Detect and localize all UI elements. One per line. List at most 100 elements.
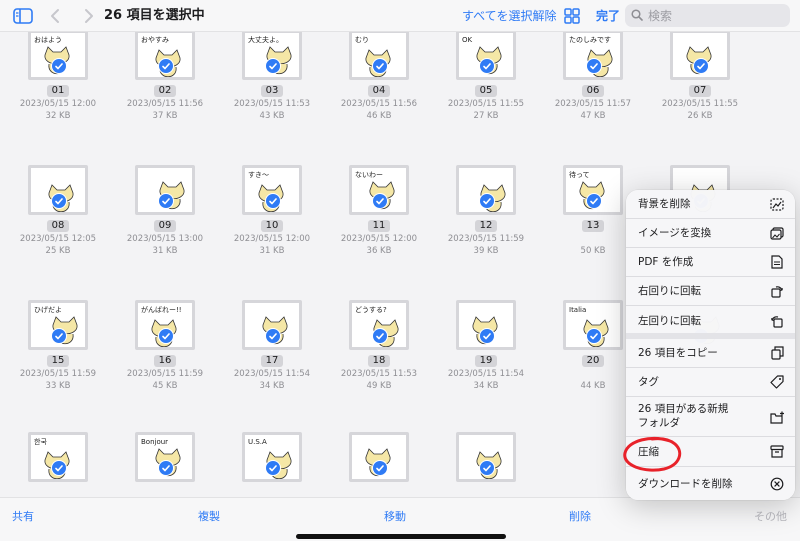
file-thumbnail[interactable]: むり	[349, 32, 409, 80]
file-item[interactable]: 12 2023/05/15 11:59 39 KB	[438, 165, 534, 265]
menu-item-remove-background[interactable]: 背景を削除	[626, 190, 795, 219]
file-item[interactable]: むり 04 2023/05/15 11:56 46 KB	[331, 32, 427, 130]
file-item[interactable]	[438, 432, 534, 497]
file-item[interactable]: 大丈夫よ。 03 2023/05/15 11:53 43 KB	[224, 32, 320, 130]
file-item[interactable]: ないわー 11 2023/05/15 12:00 36 KB	[331, 165, 427, 265]
move-button[interactable]: 移動	[384, 508, 406, 524]
file-thumbnail[interactable]: ないわー	[349, 165, 409, 215]
sidebar-toggle-icon[interactable]	[12, 6, 34, 26]
selected-checkmark-icon[interactable]	[586, 328, 602, 344]
file-item[interactable]	[331, 432, 427, 497]
selected-checkmark-icon[interactable]	[158, 460, 174, 476]
menu-item-rotate-left[interactable]: 左回りに回転	[626, 306, 795, 339]
file-thumbnail[interactable]: Italia	[563, 300, 623, 350]
share-button[interactable]: 共有	[12, 508, 34, 524]
selected-checkmark-icon[interactable]	[265, 193, 281, 209]
menu-item-rotate-right[interactable]: 右回りに回転	[626, 277, 795, 306]
selected-checkmark-icon[interactable]	[51, 193, 67, 209]
file-name: 15	[10, 355, 106, 367]
more-button[interactable]: その他	[754, 508, 787, 524]
page-title: 26 項目を選択中	[104, 8, 205, 23]
file-thumbnail[interactable]: たのしみです	[563, 32, 623, 80]
file-thumbnail[interactable]: がんばれー!!	[135, 300, 195, 350]
file-item[interactable]: どうする? 18 2023/05/15 11:53 49 KB	[331, 300, 427, 400]
selected-checkmark-icon[interactable]	[479, 193, 495, 209]
menu-item-tag[interactable]: タグ	[626, 368, 795, 397]
selected-checkmark-icon[interactable]	[372, 328, 388, 344]
selected-checkmark-icon[interactable]	[158, 58, 174, 74]
selected-checkmark-icon[interactable]	[51, 328, 67, 344]
file-item[interactable]: 07 2023/05/15 11:55 26 KB	[652, 32, 748, 130]
search-input[interactable]	[648, 8, 778, 23]
forward-chevron-icon[interactable]	[82, 6, 96, 26]
duplicate-button[interactable]: 複製	[198, 508, 220, 524]
delete-button[interactable]: 削除	[569, 508, 591, 524]
file-thumbnail[interactable]: すき〜	[242, 165, 302, 215]
file-thumbnail[interactable]: Bonjour	[135, 432, 195, 482]
menu-item-create-pdf[interactable]: PDF を作成	[626, 248, 795, 277]
remove-background-icon	[769, 196, 785, 212]
selected-checkmark-icon[interactable]	[479, 328, 495, 344]
file-item[interactable]: OK 05 2023/05/15 11:55 27 KB	[438, 32, 534, 130]
sticker-caption: 大丈夫よ。	[248, 35, 283, 44]
selected-checkmark-icon[interactable]	[51, 460, 67, 476]
file-item[interactable]: おやすみ 02 2023/05/15 11:56 37 KB	[117, 32, 213, 130]
file-item[interactable]: たのしみです 06 2023/05/15 11:57 47 KB	[545, 32, 641, 130]
file-thumbnail[interactable]: OK	[456, 32, 516, 80]
file-name: 07	[652, 85, 748, 97]
file-item[interactable]: 한국	[10, 432, 106, 497]
selected-checkmark-icon[interactable]	[479, 460, 495, 476]
file-size: 25 KB	[45, 246, 71, 256]
selected-checkmark-icon[interactable]	[372, 58, 388, 74]
selected-checkmark-icon[interactable]	[372, 193, 388, 209]
selected-checkmark-icon[interactable]	[479, 58, 495, 74]
file-thumbnail[interactable]: どうする?	[349, 300, 409, 350]
file-name: 02	[117, 85, 213, 97]
file-item[interactable]: おはよう 01 2023/05/15 12:00 32 KB	[10, 32, 106, 130]
file-thumbnail[interactable]: おはよう	[28, 32, 88, 80]
file-item[interactable]: 09 2023/05/15 13:00 31 KB	[117, 165, 213, 265]
selected-checkmark-icon[interactable]	[586, 193, 602, 209]
file-item[interactable]: Bonjour	[117, 432, 213, 497]
file-item[interactable]: 17 2023/05/15 11:54 34 KB	[224, 300, 320, 400]
grid-view-icon[interactable]	[563, 6, 581, 26]
file-thumbnail[interactable]: 大丈夫よ。	[242, 32, 302, 80]
file-thumbnail[interactable]	[456, 432, 516, 482]
file-thumbnail[interactable]	[135, 165, 195, 215]
selected-checkmark-icon[interactable]	[265, 58, 281, 74]
file-thumbnail[interactable]: おやすみ	[135, 32, 195, 80]
back-chevron-icon[interactable]	[48, 6, 62, 26]
selected-checkmark-icon[interactable]	[265, 460, 281, 476]
file-thumbnail[interactable]: U.S.A	[242, 432, 302, 482]
file-thumbnail[interactable]	[349, 432, 409, 482]
selected-checkmark-icon[interactable]	[158, 328, 174, 344]
file-thumbnail[interactable]	[242, 300, 302, 350]
done-button[interactable]: 完了	[596, 6, 620, 26]
file-item[interactable]: U.S.A	[224, 432, 320, 497]
file-thumbnail[interactable]	[456, 300, 516, 350]
file-thumbnail[interactable]	[670, 32, 730, 80]
file-thumbnail[interactable]: 한국	[28, 432, 88, 482]
file-thumbnail[interactable]: 待って	[563, 165, 623, 215]
selected-checkmark-icon[interactable]	[265, 328, 281, 344]
selected-checkmark-icon[interactable]	[51, 58, 67, 74]
selected-checkmark-icon[interactable]	[586, 58, 602, 74]
selected-checkmark-icon[interactable]	[372, 460, 388, 476]
deselect-all-button[interactable]: すべてを選択解除	[462, 6, 556, 26]
file-thumbnail[interactable]	[28, 165, 88, 215]
selected-checkmark-icon[interactable]	[158, 193, 174, 209]
menu-item-label: PDF を作成	[638, 256, 694, 268]
menu-item-new-folder[interactable]: 26 項目がある新規フォルダ	[626, 397, 795, 437]
file-thumbnail[interactable]	[456, 165, 516, 215]
file-item[interactable]: 19 2023/05/15 11:54 34 KB	[438, 300, 534, 400]
menu-item-copy-items[interactable]: 26 項目をコピー	[626, 339, 795, 368]
menu-item-convert-image[interactable]: イメージを変換	[626, 219, 795, 248]
search-field[interactable]	[625, 4, 790, 27]
file-item[interactable]: ひげだよ 15 2023/05/15 11:59 33 KB	[10, 300, 106, 400]
file-item[interactable]: 08 2023/05/15 12:05 25 KB	[10, 165, 106, 265]
file-thumbnail[interactable]: ひげだよ	[28, 300, 88, 350]
selected-checkmark-icon[interactable]	[693, 58, 709, 74]
file-size: 34 KB	[259, 381, 285, 391]
file-item[interactable]: すき〜 10 2023/05/15 12:00 31 KB	[224, 165, 320, 265]
file-item[interactable]: がんばれー!! 16 2023/05/15 11:59 45 KB	[117, 300, 213, 400]
